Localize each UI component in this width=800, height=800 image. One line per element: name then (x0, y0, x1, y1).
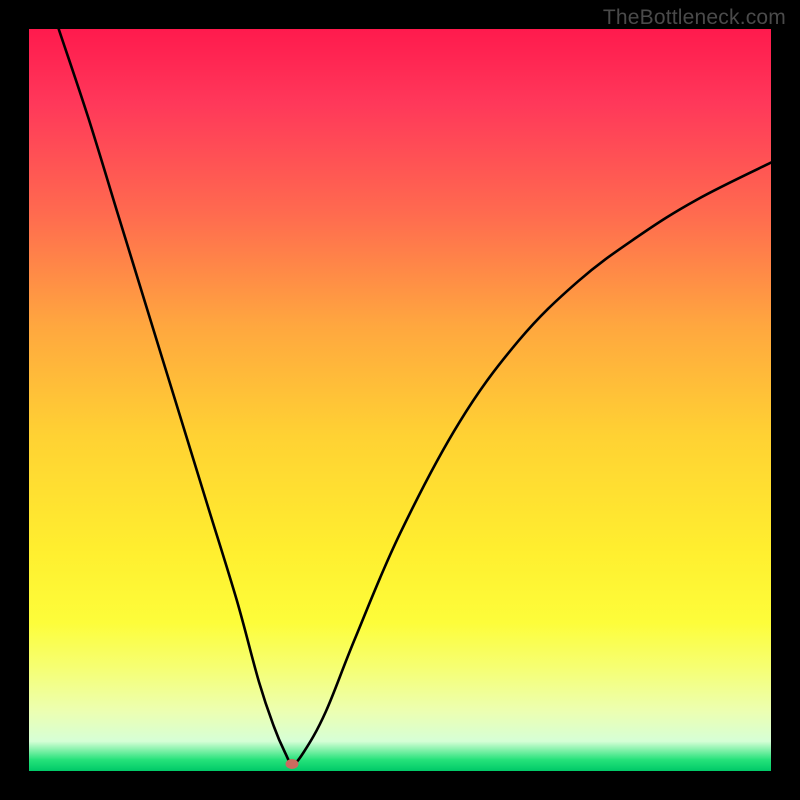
curve-path (59, 29, 771, 764)
bottleneck-curve (29, 29, 771, 771)
watermark-text: TheBottleneck.com (603, 6, 786, 30)
optimum-marker (286, 759, 299, 769)
chart-plot-area (29, 29, 771, 771)
